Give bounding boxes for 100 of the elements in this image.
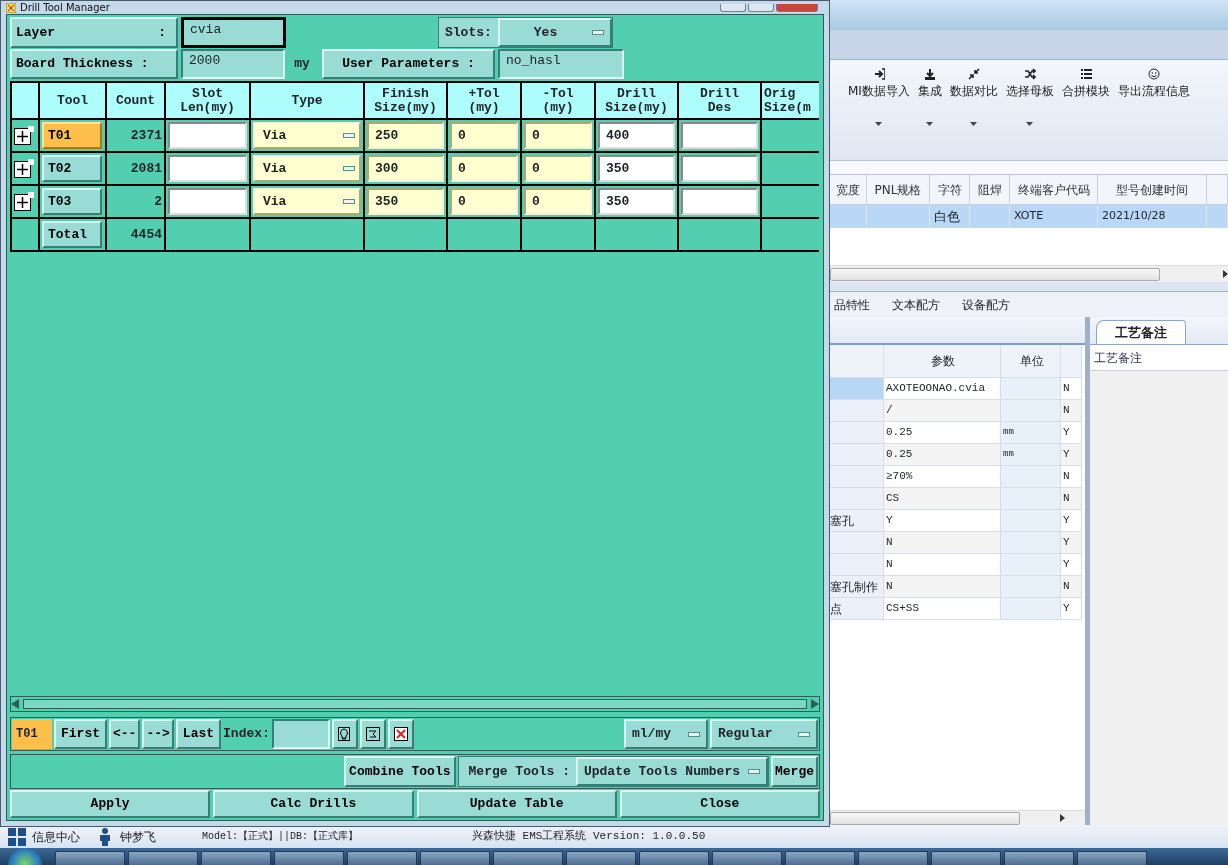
toolbar-button[interactable]: 合拼模块 [1057,68,1114,100]
scrollbar[interactable] [830,810,1085,825]
column-header[interactable]: Type [250,82,364,119]
tool-button[interactable]: T03 [42,188,102,215]
taskbar-button[interactable] [858,851,928,865]
input-field[interactable]: cvia [181,17,286,48]
horizontal-scrollbar[interactable] [10,696,820,712]
tab[interactable]: 工艺备注 [1096,319,1186,344]
column-header[interactable]: Tool [39,82,106,119]
column-header[interactable]: 宽度 [830,175,867,205]
plus-box-icon[interactable] [14,126,34,145]
grid-icon[interactable] [8,827,26,846]
user-parameters-button[interactable]: User Parameters : [322,49,495,79]
taskbar-button[interactable] [347,851,417,865]
action-button[interactable]: Apply [10,790,211,818]
column-header[interactable]: 字符 [930,175,970,205]
input-field[interactable]: 0 [524,188,592,215]
column-header[interactable]: -Tol (my) [521,82,595,119]
taskbar-button[interactable] [639,851,709,865]
scrollbar-thumb[interactable] [830,811,1020,825]
column-header[interactable]: PNL规格 [867,175,930,205]
taskbar-button[interactable] [931,851,1001,865]
left-arrow-icon[interactable] [11,699,19,709]
maximize-button[interactable] [748,3,774,12]
input-field[interactable]: 2000 [181,49,285,79]
tool-button[interactable]: T02 [42,155,102,182]
type-dropdown[interactable]: Via [253,155,361,182]
column-header[interactable]: 型号创建时间 [1098,175,1207,205]
nav-button[interactable]: --> [142,719,174,749]
minimize-button[interactable] [720,3,746,12]
close-button[interactable] [776,3,818,12]
column-header[interactable]: Drill Des [678,82,761,119]
combine-tools-button[interactable]: Combine Tools [344,756,456,787]
input-field[interactable]: 0 [450,122,518,149]
tab[interactable]: 文本配方 [892,295,940,314]
unit-dropdown[interactable]: ml/my [624,719,708,749]
column-header[interactable] [11,82,39,119]
taskbar-button[interactable] [493,851,563,865]
scrollbar[interactable] [830,265,1228,282]
column-header[interactable]: 单位 [1001,345,1061,378]
toolbar-button[interactable]: 数据对比 [945,68,1002,126]
type-dropdown[interactable]: Via [253,188,361,215]
plus-box-icon[interactable] [14,192,34,211]
tab[interactable]: 设备配方 [962,295,1010,314]
input-field[interactable]: 350 [598,188,675,215]
merge-mode-dropdown[interactable]: Update Tools Numbers [575,757,768,786]
taskbar-button[interactable] [420,851,490,865]
input-field[interactable]: 350 [598,155,675,182]
column-header[interactable]: 终端客户代码 [1010,175,1098,205]
scrollbar-thumb[interactable] [830,267,1160,281]
right-arrow-icon[interactable] [1060,814,1065,822]
input-field[interactable]: no_hasl [498,49,624,79]
nav-button[interactable]: First [54,719,107,749]
column-header[interactable]: Finish Size(my) [364,82,447,119]
splitter-handle[interactable] [1085,317,1090,825]
icon-button[interactable] [359,719,386,749]
input-field[interactable]: 0 [524,122,592,149]
mode-dropdown[interactable]: Regular [710,719,818,749]
action-button[interactable]: Close [619,790,820,818]
taskbar-button[interactable] [1077,851,1147,865]
taskbar-button[interactable] [712,851,782,865]
icon-button[interactable] [331,719,358,749]
taskbar-button[interactable] [1004,851,1074,865]
taskbar-button[interactable] [785,851,855,865]
slots-dropdown[interactable]: Yes [497,18,612,47]
toolbar-button[interactable]: MI数据导入 [844,68,914,126]
input-field[interactable]: 400 [598,122,675,149]
column-header[interactable]: Orig Size(m [761,82,819,119]
action-button[interactable]: Calc Drills [213,790,414,818]
start-button[interactable] [8,848,42,865]
toolbar-button[interactable]: 集成 [913,68,946,126]
column-header[interactable]: +Tol (my) [447,82,521,119]
column-header[interactable]: Slot Len(my) [165,82,250,119]
nav-button[interactable]: Last [175,719,222,749]
column-header[interactable]: 参数 [884,345,1001,378]
icon-button[interactable] [387,719,414,749]
column-header[interactable]: Drill Size(my) [595,82,678,119]
action-button[interactable]: Update Table [416,790,617,818]
tool-button[interactable]: T01 [42,122,102,149]
toolbar-button[interactable]: 导出流程信息 [1113,68,1194,100]
nav-button[interactable]: <-- [109,719,141,749]
input-field[interactable] [271,719,330,749]
input-field[interactable]: 0 [450,188,518,215]
type-dropdown[interactable]: Via [253,122,361,149]
total-button[interactable]: Total [42,221,102,248]
table-row[interactable]: 白色 XOTE 2021/10/28 [830,205,1228,228]
column-header[interactable]: Count [106,82,165,119]
scrollbar-track[interactable] [23,699,807,709]
merge-button[interactable]: Merge [771,756,818,787]
right-arrow-icon[interactable] [1223,270,1228,278]
taskbar-button[interactable] [55,851,125,865]
taskbar-button[interactable] [128,851,198,865]
input-field[interactable]: 0 [450,155,518,182]
taskbar-button[interactable] [201,851,271,865]
column-header[interactable]: 阻焊 [970,175,1010,205]
input-field[interactable]: 0 [524,155,592,182]
taskbar-button[interactable] [566,851,636,865]
toolbar-button[interactable]: 选择母板 [1001,68,1058,126]
input-field[interactable]: 300 [367,155,444,182]
tab[interactable]: 品特性 [834,295,870,314]
